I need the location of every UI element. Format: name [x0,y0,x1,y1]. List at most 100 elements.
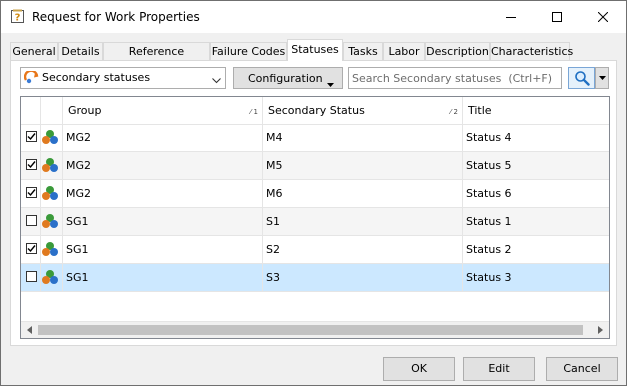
title-value: Status 4 [466,131,512,144]
tab-description[interactable]: Description [425,42,490,60]
status-group-icon [41,185,59,204]
status-value: S2 [266,243,280,256]
group-cell: MG2 [63,180,263,207]
group-cell: SG1 [63,264,263,291]
configuration-label: Configuration [248,72,323,85]
ok-button[interactable]: OK [383,357,455,381]
group-value: MG2 [66,187,92,200]
table-row[interactable]: SG1 S2 Status 2 [21,236,609,264]
table-row[interactable]: SG1 S3 Status 3 [21,264,609,292]
configuration-button[interactable]: Configuration [233,67,343,89]
icon-cell [21,124,63,151]
title-cell: Status 6 [463,180,609,207]
secondary-status-cell: M5 [263,152,463,179]
title-cell: Status 5 [463,152,609,179]
header-label: Group [68,104,102,117]
tab-characteristics[interactable]: Characteristics [490,42,573,60]
header-icon-column[interactable] [41,97,63,124]
title-value: Status 1 [466,215,512,228]
title-bar[interactable]: ? Request for Work Properties [1,1,626,33]
maximize-button[interactable] [534,1,580,33]
title-value: Status 6 [466,187,512,200]
group-value: SG1 [66,271,89,284]
status-value: M6 [266,187,283,200]
status-group-icon [41,241,59,260]
title-cell: Status 2 [463,236,609,263]
search-options-button[interactable] [595,67,609,89]
sort-indicator: ⁄ 1 [250,108,258,116]
tab-reference-numbers[interactable]: Reference Numbers [103,42,210,75]
table-row[interactable]: SG1 S1 Status 1 [21,208,609,236]
scroll-left-button[interactable] [21,322,38,338]
icon-cell [21,264,63,291]
dropdown-arrow-icon [599,76,606,80]
secondary-status-cell: M4 [263,124,463,151]
search-input[interactable] [348,67,562,89]
horizontal-scrollbar[interactable] [21,321,609,338]
minimize-icon [506,17,516,18]
secondary-status-cell: M6 [263,180,463,207]
header-secondary-status[interactable]: Secondary Status ⁄ 2 [263,97,463,124]
icon-cell [21,180,63,207]
minimize-button[interactable] [488,1,534,33]
group-cell: MG2 [63,124,263,151]
title-value: Status 2 [466,243,512,256]
tab-general[interactable]: General [10,42,58,60]
table-row[interactable]: MG2 M5 Status 5 [21,152,609,180]
status-group-icon [41,213,59,232]
title-value: Status 3 [466,271,512,284]
secondary-status-cell: S1 [263,208,463,235]
close-button[interactable] [580,1,626,33]
properties-window: ? Request for Work Properties General De… [0,0,627,386]
chevron-right-icon [598,326,603,334]
icon-cell [21,236,63,263]
svg-text:?: ? [15,13,21,24]
status-group-icon [41,129,59,148]
tab-tasks[interactable]: Tasks [343,42,383,60]
scrollbar-thumb[interactable] [38,325,583,335]
tab-details[interactable]: Details [58,42,103,60]
status-group-icon [41,157,59,176]
edit-button[interactable]: Edit [463,357,535,381]
dropdown-arrow-icon [327,77,334,90]
view-selector-value: Secondary statuses [42,71,151,84]
status-value: S1 [266,215,280,228]
cancel-button[interactable]: Cancel [546,357,618,381]
group-cell: SG1 [63,208,263,235]
title-cell: Status 1 [463,208,609,235]
header-check-column[interactable] [21,97,41,124]
group-value: SG1 [66,243,89,256]
header-group[interactable]: Group ⁄ 1 [63,97,263,124]
title-cell: Status 4 [463,124,609,151]
status-value: S3 [266,271,280,284]
search-button[interactable] [568,67,595,89]
tab-labor[interactable]: Labor [383,42,425,60]
secondary-status-icon [23,69,40,88]
secondary-status-cell: S3 [263,264,463,291]
title-cell: Status 3 [463,264,609,291]
view-selector[interactable]: Secondary statuses [20,67,226,89]
statuses-grid: Group ⁄ 1 Secondary Status ⁄ 2 Title MG2… [20,96,610,339]
icon-cell [21,208,63,235]
status-group-icon [41,269,59,288]
tab-statuses[interactable]: Statuses [287,39,343,61]
close-icon [598,12,608,22]
group-value: MG2 [66,131,92,144]
table-row[interactable]: MG2 M4 Status 4 [21,124,609,152]
sort-indicator: ⁄ 2 [450,108,458,116]
icon-cell [21,152,63,179]
statuses-panel: Secondary statuses Configuration Search … [10,60,617,346]
tab-failure-codes[interactable]: Failure Codes [210,42,287,60]
secondary-status-cell: S2 [263,236,463,263]
group-value: MG2 [66,159,92,172]
header-label: Secondary Status [268,104,365,117]
status-value: M5 [266,159,283,172]
scroll-right-button[interactable] [592,322,609,338]
header-title[interactable]: Title [463,97,609,124]
status-value: M4 [266,131,283,144]
window-title: Request for Work Properties [32,10,200,24]
group-cell: MG2 [63,152,263,179]
table-row[interactable]: MG2 M6 Status 6 [21,180,609,208]
grid-header: Group ⁄ 1 Secondary Status ⁄ 2 Title [21,97,609,125]
maximize-icon [552,12,562,22]
